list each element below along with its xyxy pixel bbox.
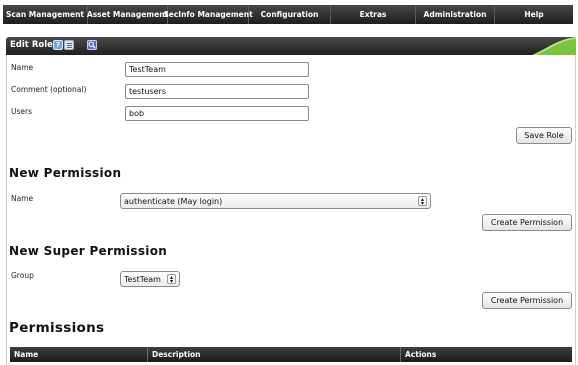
page-title: Edit Role	[10, 40, 53, 50]
menu-configuration[interactable]: Configuration	[249, 5, 331, 24]
permissions-heading: Permissions	[9, 320, 105, 336]
chevron-updown-icon: ▴ ▾	[418, 196, 427, 207]
top-menu: Scan Management Asset Management SecInfo…	[0, 0, 578, 29]
permission-select[interactable]: authenticate (May login) ▴ ▾	[120, 193, 431, 209]
name-field[interactable]	[125, 62, 309, 77]
menu-scan-management[interactable]: Scan Management	[3, 5, 88, 24]
name-label: Name	[11, 63, 34, 72]
menu-asset-management[interactable]: Asset Management	[87, 5, 168, 24]
column-header-description[interactable]: Description	[148, 347, 401, 362]
permission-select-value: authenticate (May login)	[124, 196, 223, 206]
chevron-updown-icon: ▴ ▾	[167, 274, 176, 285]
header-accent-swoosh	[532, 37, 576, 55]
content-panel	[6, 55, 576, 365]
create-permission-button[interactable]: Create Permission	[482, 214, 572, 231]
menu-administration[interactable]: Administration	[416, 5, 495, 24]
permissions-table-header: Name Description Actions	[10, 347, 572, 362]
permission-name-label: Name	[11, 194, 34, 203]
help-icon[interactable]: ?	[53, 40, 63, 50]
list-icon[interactable]	[64, 40, 74, 50]
menu-secinfo-management[interactable]: SecInfo Management	[163, 5, 253, 24]
menu-extras[interactable]: Extras	[331, 5, 416, 24]
menu-help[interactable]: Help	[495, 5, 573, 24]
group-label: Group	[11, 271, 34, 280]
edit-role-header: Edit Role ?	[6, 37, 576, 55]
group-select[interactable]: TestTeam ▴ ▾	[120, 271, 180, 287]
comment-field[interactable]	[125, 84, 309, 99]
menu-bar: Scan Management Asset Management SecInfo…	[3, 5, 573, 24]
column-header-actions: Actions	[405, 350, 437, 359]
users-field[interactable]	[125, 106, 309, 121]
search-icon[interactable]	[87, 40, 97, 50]
new-super-permission-heading: New Super Permission	[9, 244, 168, 258]
create-super-permission-button[interactable]: Create Permission	[482, 292, 572, 309]
users-label: Users	[11, 107, 33, 116]
search-icon-glyph	[88, 41, 96, 49]
column-header-name[interactable]: Name	[10, 347, 148, 362]
new-permission-heading: New Permission	[9, 166, 122, 180]
save-role-button[interactable]: Save Role	[516, 127, 572, 144]
group-select-value: TestTeam	[124, 274, 161, 284]
list-icon-glyph	[66, 42, 72, 48]
comment-label: Comment (optional)	[11, 85, 87, 94]
